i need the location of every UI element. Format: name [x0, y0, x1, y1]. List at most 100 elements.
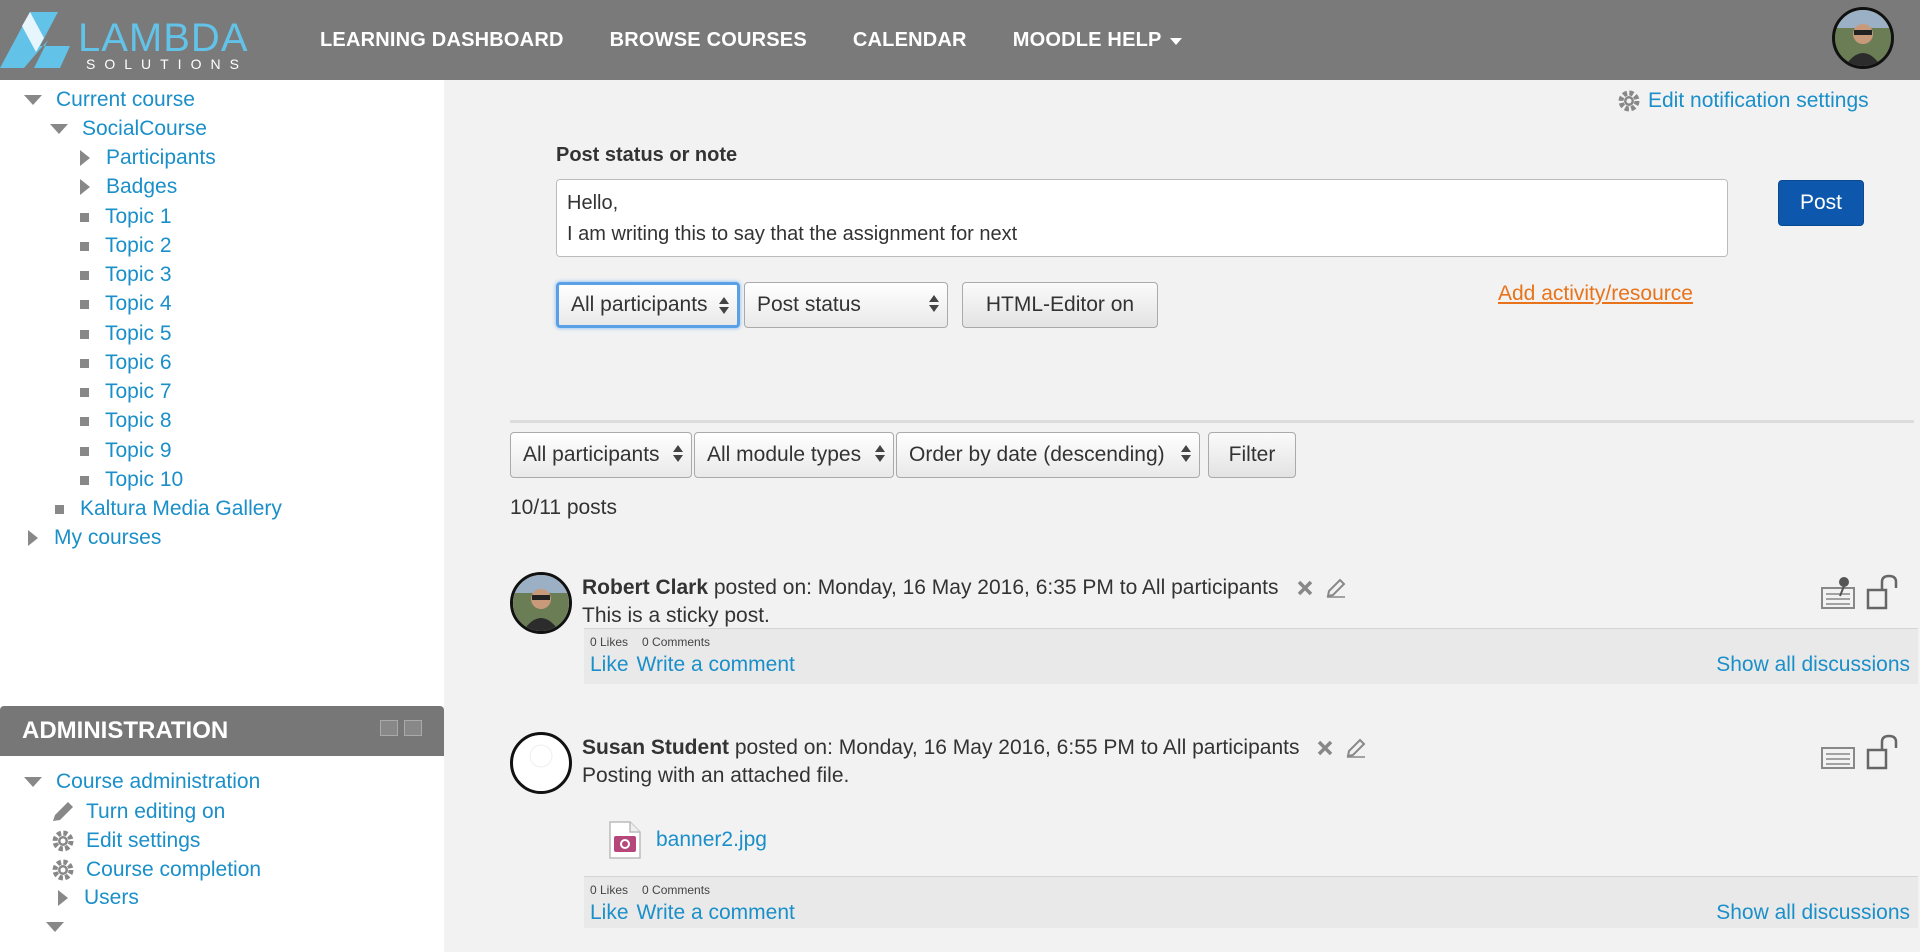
like-link[interactable]: Like	[590, 653, 629, 677]
edit-post-pencil-icon[interactable]	[1325, 577, 1347, 599]
tree-label: Kaltura Media Gallery	[80, 497, 282, 520]
delete-post-icon[interactable]	[1295, 578, 1315, 598]
filter-order-select[interactable]: Order by date (descending)	[896, 432, 1200, 478]
post-type-select-value: Post status	[757, 293, 861, 316]
select-arrows-icon	[875, 445, 885, 462]
nav-learning-dashboard[interactable]: LEARNING DASHBOARD	[320, 29, 564, 52]
tree-topic-6[interactable]: Topic 6	[80, 351, 172, 375]
likes-count: 0 Likes	[590, 883, 629, 897]
tree-next-item[interactable]	[46, 922, 78, 932]
admin-turn-editing-on[interactable]: Turn editing on	[50, 799, 225, 825]
block-controls	[380, 720, 422, 736]
audience-select[interactable]: All participants	[556, 282, 740, 328]
nav-moodle-help[interactable]: MOODLE HELP	[1013, 29, 1182, 52]
admin-edit-settings[interactable]: Edit settings	[50, 828, 200, 854]
bullet-icon	[80, 475, 89, 485]
tree-kaltura-media-gallery[interactable]: Kaltura Media Gallery	[55, 497, 282, 521]
minimize-block-icon[interactable]	[380, 720, 398, 736]
collapsed-triangle-icon	[28, 530, 38, 546]
tree-topic-2[interactable]: Topic 2	[80, 234, 172, 258]
dock-block-icon[interactable]	[404, 720, 422, 736]
chevron-down-icon	[1169, 37, 1182, 45]
expanded-triangle-icon	[24, 777, 42, 787]
tree-topic-10[interactable]: Topic 10	[80, 468, 183, 492]
comments-count: 0 Comments	[642, 635, 711, 649]
tree-label: Topic 6	[105, 351, 172, 374]
post-author-avatar[interactable]	[510, 572, 572, 634]
post-footer-links: Like Write a comment	[590, 653, 795, 677]
html-editor-toggle-button[interactable]: HTML-Editor on	[962, 282, 1158, 328]
bullet-icon	[80, 299, 89, 309]
delete-post-icon[interactable]	[1315, 738, 1335, 758]
user-avatar[interactable]	[1832, 7, 1894, 69]
pencil-icon	[53, 802, 73, 821]
post-button[interactable]: Post	[1778, 180, 1864, 226]
tree-course-administration[interactable]: Course administration	[24, 770, 260, 794]
post-author-name[interactable]: Susan Student	[582, 736, 729, 760]
tree-participants[interactable]: Participants	[80, 146, 216, 170]
filter-participants-select[interactable]: All participants	[510, 432, 692, 478]
default-user-icon	[521, 744, 561, 791]
tree-topic-1[interactable]: Topic 1	[80, 205, 172, 229]
admin-course-completion[interactable]: Course completion	[50, 857, 261, 883]
unlock-icon[interactable]	[1866, 574, 1900, 615]
write-comment-link[interactable]: Write a comment	[637, 653, 795, 677]
sticky-pin-icon[interactable]	[1820, 574, 1856, 615]
nav-calendar[interactable]: CALENDAR	[853, 29, 967, 52]
post-stats: 0 Likes 0 Comments	[590, 635, 710, 649]
add-activity-resource-link[interactable]: Add activity/resource	[1498, 282, 1693, 306]
select-arrows-icon	[929, 295, 939, 312]
post-status-label: Post status or note	[556, 144, 738, 166]
tree-topic-9[interactable]: Topic 9	[80, 439, 172, 463]
admin-users[interactable]: Users	[58, 886, 139, 910]
show-all-discussions-link[interactable]: Show all discussions	[1716, 901, 1910, 925]
write-comment-link[interactable]: Write a comment	[637, 901, 795, 925]
show-all-discussions-link[interactable]: Show all discussions	[1716, 653, 1910, 677]
select-arrows-icon	[673, 445, 683, 462]
tree-badges[interactable]: Badges	[80, 175, 177, 199]
notification-link-label: Edit notification settings	[1648, 89, 1869, 112]
tree-label: Topic 2	[105, 234, 172, 257]
select-arrows-icon	[719, 297, 729, 314]
post-actions	[1820, 734, 1900, 775]
tree-topic-5[interactable]: Topic 5	[80, 322, 172, 346]
post-status-textarea[interactable]: Hello, I am writing this to say that the…	[556, 179, 1728, 257]
filter-module-types-select[interactable]: All module types	[694, 432, 894, 478]
tree-current-course[interactable]: Current course	[24, 88, 195, 112]
tree-my-courses[interactable]: My courses	[28, 526, 161, 550]
edit-notification-settings-link[interactable]: Edit notification settings	[1616, 88, 1869, 114]
post-footer: 0 Likes 0 Comments Like Write a comment …	[584, 876, 1918, 928]
post-author-name[interactable]: Robert Clark	[582, 576, 708, 600]
gear-icon	[1618, 90, 1640, 112]
unlock-icon[interactable]	[1866, 734, 1900, 775]
attachment[interactable]: banner2.jpg	[608, 820, 767, 860]
tree-topic-8[interactable]: Topic 8	[80, 409, 172, 433]
post-meta: posted on: Monday, 16 May 2016, 6:55 PM …	[734, 736, 1300, 759]
filter-button[interactable]: Filter	[1208, 432, 1296, 478]
tree-label: Course completion	[86, 858, 262, 881]
comments-count: 0 Comments	[642, 883, 711, 897]
like-link[interactable]: Like	[590, 901, 629, 925]
bullet-icon	[55, 504, 64, 514]
tree-topic-7[interactable]: Topic 7	[80, 380, 172, 404]
post-type-select[interactable]: Post status	[744, 282, 948, 328]
bullet-icon	[80, 329, 89, 339]
lambda-logo[interactable]: LAMBDA SOLUTIONS	[0, 6, 248, 72]
tree-label: Course administration	[56, 770, 261, 793]
post-author-avatar[interactable]	[510, 732, 572, 794]
tree-topic-3[interactable]: Topic 3	[80, 263, 172, 287]
tree-course-socialcourse[interactable]: SocialCourse	[50, 117, 207, 141]
post-body: Posting with an attached file.	[582, 764, 850, 787]
post-footer-links: Like Write a comment	[590, 901, 795, 925]
collapsed-triangle-icon	[58, 890, 68, 906]
post-footer: 0 Likes 0 Comments Like Write a comment …	[584, 628, 1918, 684]
tree-label: SocialCourse	[82, 117, 207, 140]
tree-label: Edit settings	[86, 829, 201, 852]
post-item: Susan Student posted on: Monday, 16 May …	[510, 732, 1918, 928]
nav-browse-courses[interactable]: BROWSE COURSES	[610, 29, 807, 52]
post-stats: 0 Likes 0 Comments	[590, 883, 710, 897]
tree-topic-4[interactable]: Topic 4	[80, 292, 172, 316]
administration-block-body: Course administration Turn editing on Ed…	[0, 756, 444, 952]
edit-post-pencil-icon[interactable]	[1345, 737, 1367, 759]
sticky-pin-icon[interactable]	[1820, 734, 1856, 775]
